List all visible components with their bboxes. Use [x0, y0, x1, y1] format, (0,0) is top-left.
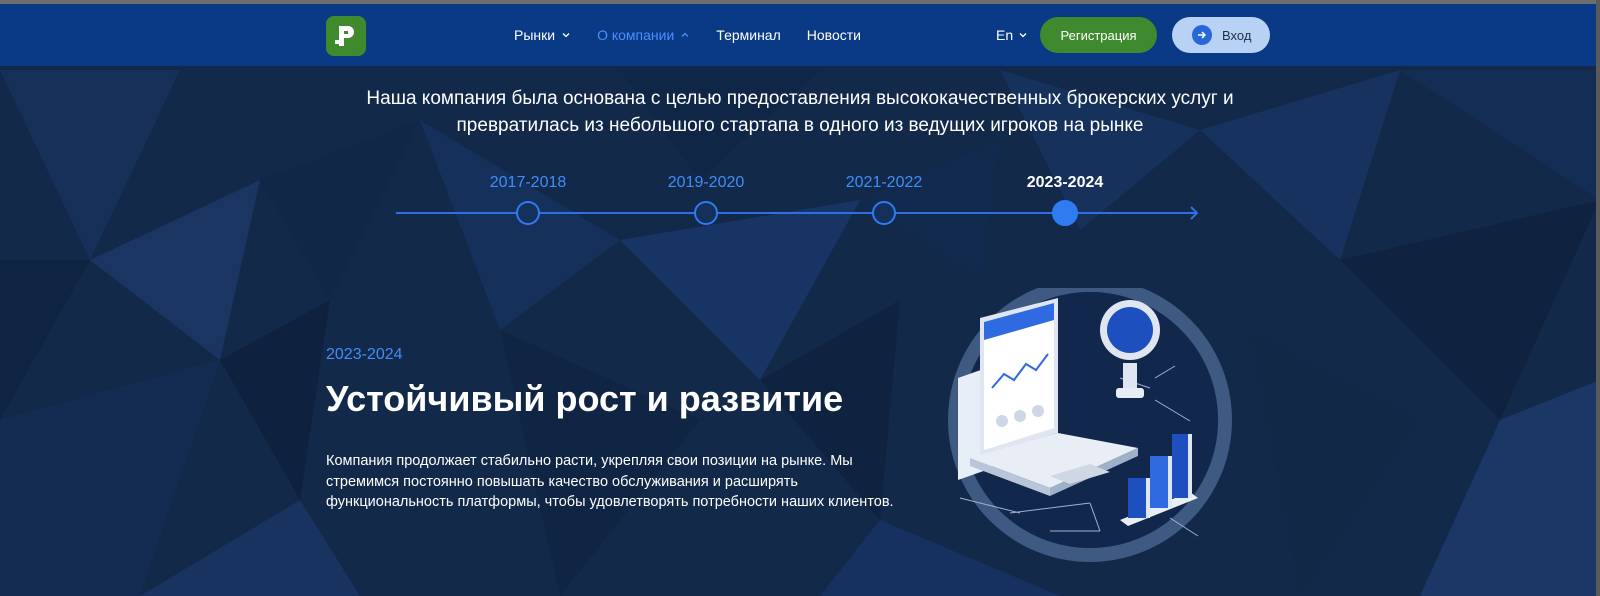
brand-logo-icon[interactable] — [326, 16, 366, 56]
language-selector[interactable]: En — [996, 27, 1028, 43]
timeline-period-2019-2020[interactable]: 2019-2020 — [668, 174, 745, 192]
section-description-line: Компания продолжает стабильно расти, укр… — [326, 453, 853, 469]
register-button[interactable]: Регистрация — [1040, 17, 1157, 53]
chevron-up-icon — [681, 32, 689, 37]
language-label: En — [996, 27, 1014, 43]
nav-item-news[interactable]: Новости — [807, 27, 861, 43]
chevron-down-icon — [1019, 33, 1027, 38]
section-title: Устойчивый рост и развитие — [326, 378, 844, 419]
timeline-arrow-icon — [1184, 206, 1199, 220]
nav-item-label: Новости — [806, 27, 861, 43]
section-description: Компания продолжает стабильно расти, укр… — [326, 451, 926, 513]
site-header: Рынки О компании Терминал Новости En Рег… — [0, 4, 1596, 66]
section-description-line: стремимся постоянно повышать качество об… — [326, 473, 798, 490]
nav-item-label: Рынки — [514, 27, 556, 43]
login-label: Вход — [1222, 27, 1252, 43]
main-content: Наша компания была основана с целью пред… — [0, 0, 1600, 596]
timeline-dot[interactable] — [516, 201, 540, 225]
window-scrollbar[interactable] — [1596, 0, 1600, 596]
window-top-edge — [0, 0, 1600, 4]
nav-item-terminal[interactable]: Терминал — [716, 27, 780, 43]
login-button[interactable]: Вход — [1172, 17, 1270, 53]
nav-item-markets[interactable]: Рынки — [514, 27, 571, 43]
timeline-period-2023-2024[interactable]: 2023-2024 — [1027, 174, 1104, 192]
timeline-period-2017-2018[interactable]: 2017-2018 — [490, 174, 567, 192]
timeline-dot-active[interactable] — [1052, 200, 1078, 226]
main-nav: Рынки О компании Терминал Новости — [514, 27, 887, 43]
laptop-analytics-illustration — [948, 288, 1232, 562]
timeline-dot[interactable] — [872, 201, 896, 225]
section-period-label: 2023-2024 — [326, 346, 403, 363]
nav-item-label: Терминал — [716, 27, 781, 43]
timeline-period-2021-2022[interactable]: 2021-2022 — [846, 174, 923, 192]
nav-item-label: О компании — [597, 27, 675, 43]
nav-item-about[interactable]: О компании — [597, 27, 690, 43]
timeline-dot[interactable] — [694, 201, 718, 225]
login-arrow-icon — [1192, 25, 1212, 45]
chevron-down-icon — [562, 33, 570, 38]
section-description-line: функциональность платформы, чтобы удовле… — [326, 494, 894, 510]
